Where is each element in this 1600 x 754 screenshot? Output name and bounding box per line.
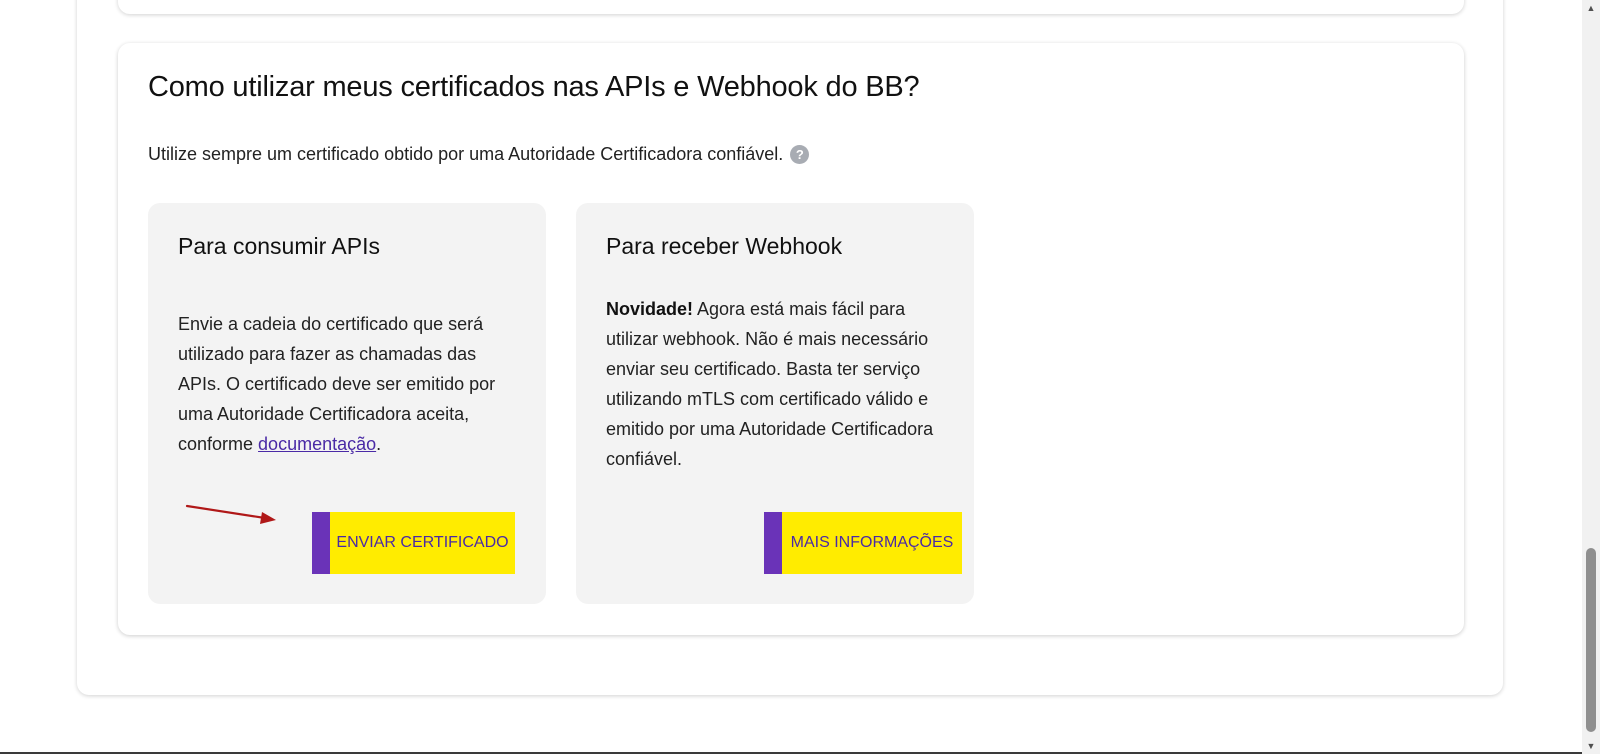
scrollbar-thumb[interactable] [1586,548,1596,732]
consume-apis-title: Para consumir APIs [178,233,380,259]
section-title: Como utilizar meus certificados nas APIs… [148,71,920,103]
section-subtitle: Utilize sempre um certificado obtido por… [148,144,810,165]
consume-apis-period: . [376,434,382,454]
scroll-up-icon[interactable]: ▲ [1582,0,1600,16]
consume-apis-text: Envie a cadeia do certificado que será u… [178,314,496,454]
receive-webhook-text: Agora está mais fácil para utilizar webh… [606,299,934,469]
certificates-usage-card: Como utilizar meus certificados nas APIs… [118,43,1464,635]
send-certificate-button[interactable]: ENVIAR CERTIFICADO [312,512,515,574]
page: Como utilizar meus certificados nas APIs… [0,0,1600,754]
documentation-link[interactable]: documentação [258,434,376,454]
previous-section-card [118,0,1464,14]
consume-apis-description: Envie a cadeia do certificado que será u… [178,309,523,459]
help-icon[interactable]: ? [790,145,810,164]
receive-webhook-description: Novidade! Agora está mais fácil para uti… [606,294,951,474]
subtitle-text: Utilize sempre um certificado obtido por… [148,144,784,164]
red-arrow-icon [185,504,276,524]
receive-webhook-card: Para receber Webhook Novidade! Agora est… [576,203,974,604]
scroll-down-icon[interactable]: ▼ [1582,738,1600,754]
receive-webhook-title: Para receber Webhook [606,233,843,259]
consume-apis-card: Para consumir APIs Envie a cadeia do cer… [148,203,546,604]
more-information-button[interactable]: MAIS INFORMAÇÕES [764,512,962,574]
news-highlight: Novidade! [606,299,694,319]
vertical-scrollbar[interactable]: ▲ ▼ [1582,0,1600,754]
